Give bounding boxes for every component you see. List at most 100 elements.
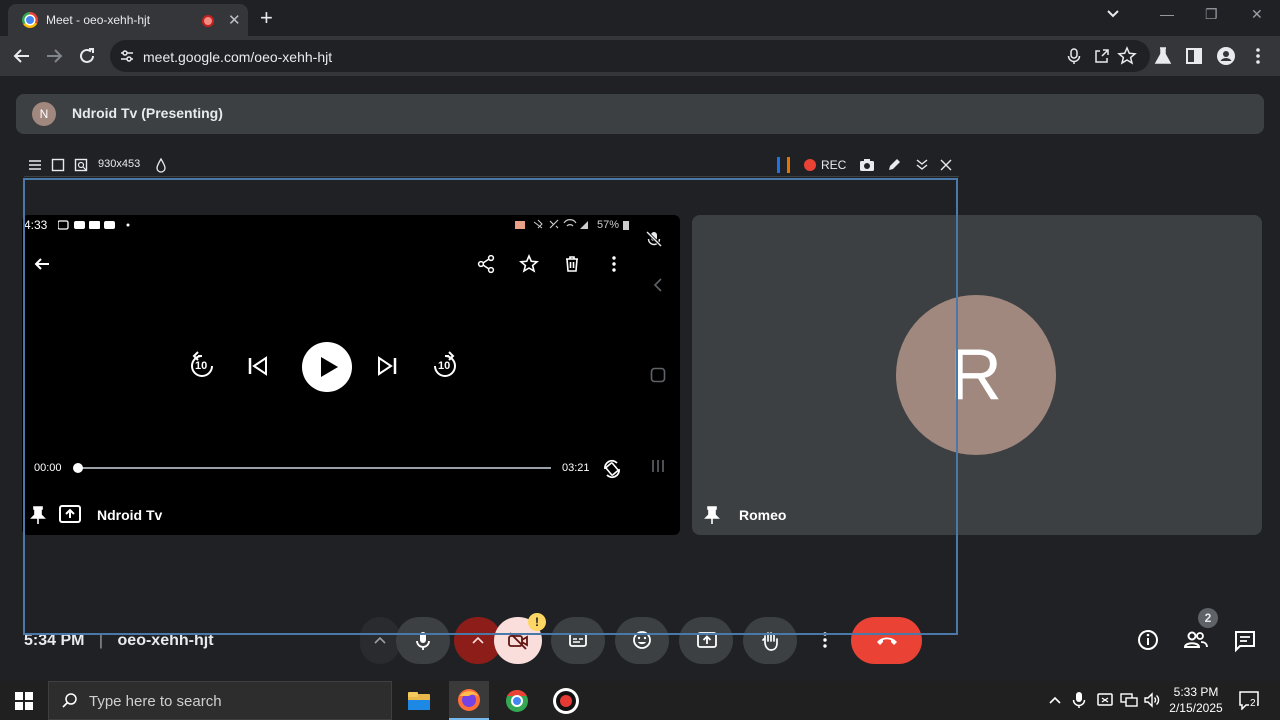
rotate-screen-icon[interactable] bbox=[600, 457, 624, 481]
pen-annotate-icon[interactable] bbox=[886, 157, 902, 173]
tray-microphone-icon[interactable] bbox=[1072, 691, 1086, 709]
info-icon bbox=[1138, 630, 1158, 650]
meeting-details-button[interactable] bbox=[1136, 628, 1160, 652]
leave-call-button[interactable] bbox=[851, 617, 922, 664]
phone-nav-home-icon[interactable] bbox=[650, 367, 666, 383]
browser-menu-icon[interactable] bbox=[1248, 46, 1268, 66]
tray-security-icon[interactable] bbox=[1096, 691, 1114, 709]
capture-dimensions: 930x453 bbox=[98, 158, 141, 170]
phone-nav-recents-icon[interactable] bbox=[650, 458, 666, 474]
participant-tile-romeo[interactable]: R Romeo bbox=[692, 215, 1262, 535]
seek-bar[interactable] bbox=[73, 463, 551, 473]
arrow-right-icon bbox=[47, 49, 63, 63]
firefox-taskbar-icon[interactable] bbox=[449, 681, 489, 720]
play-button[interactable] bbox=[302, 342, 352, 392]
phone-time: 4:33 bbox=[24, 218, 48, 232]
more-options-button[interactable] bbox=[807, 617, 843, 664]
chat-button[interactable] bbox=[1233, 629, 1257, 653]
forward-button[interactable] bbox=[42, 44, 66, 68]
people-button[interactable] bbox=[1183, 628, 1209, 652]
tray-overflow-chevron-icon[interactable] bbox=[1048, 695, 1062, 705]
search-placeholder: Type here to search bbox=[89, 693, 222, 710]
side-panel-icon[interactable] bbox=[1184, 46, 1204, 66]
next-track-icon[interactable] bbox=[376, 355, 398, 377]
labs-flask-icon[interactable] bbox=[1153, 46, 1173, 66]
back-button[interactable] bbox=[10, 44, 34, 68]
favorite-star-icon[interactable] bbox=[519, 254, 539, 274]
pin-icon[interactable] bbox=[704, 505, 720, 525]
play-icon bbox=[321, 357, 338, 377]
meeting-time: 5:34 PM bbox=[24, 632, 85, 649]
share-icon[interactable] bbox=[476, 254, 496, 274]
record-button[interactable]: REC bbox=[821, 158, 846, 172]
profile-icon[interactable] bbox=[1216, 46, 1236, 66]
meeting-details: 5:34 PM | oeo-xehh-hjt bbox=[24, 632, 214, 650]
color-drop-icon[interactable] bbox=[155, 157, 167, 173]
microphone-in-use-icon[interactable] bbox=[1065, 47, 1083, 65]
url-text: meet.google.com/oeo-xehh-hjt bbox=[143, 49, 333, 65]
audio-options-button[interactable] bbox=[360, 617, 400, 664]
windows-start-icon[interactable] bbox=[15, 692, 33, 710]
browser-toolbar: meet.google.com/oeo-xehh-hjt bbox=[0, 36, 1280, 76]
screen-recorder-taskbar-icon[interactable] bbox=[553, 688, 579, 714]
microphone-button[interactable] bbox=[396, 617, 450, 664]
player-back-arrow-icon[interactable] bbox=[32, 254, 52, 274]
meeting-code: oeo-xehh-hjt bbox=[117, 632, 214, 649]
taskbar-clock[interactable]: 5:33 PM 2/15/2025 bbox=[1164, 684, 1228, 716]
close-tab-icon[interactable]: ✕ bbox=[228, 11, 241, 29]
arrow-left-icon bbox=[13, 49, 29, 63]
close-window-button[interactable]: ✕ bbox=[1251, 6, 1263, 23]
presenting-label: Ndroid Tv (Presenting) bbox=[72, 105, 223, 121]
share-page-icon[interactable] bbox=[1093, 47, 1111, 65]
camera-warning-badge[interactable]: ! bbox=[528, 613, 546, 631]
seek-thumb[interactable] bbox=[73, 463, 83, 473]
bookmark-star-icon[interactable] bbox=[1117, 46, 1137, 66]
tab-title: Meet - oeo-xehh-hjt bbox=[46, 13, 151, 27]
forward-10-button[interactable]: 10 bbox=[429, 350, 461, 382]
tray-network-icon[interactable] bbox=[1120, 691, 1138, 709]
total-duration: 03:21 bbox=[562, 462, 590, 474]
reload-icon bbox=[80, 48, 94, 63]
rewind-10-button[interactable]: 10 bbox=[186, 350, 218, 382]
hang-up-icon bbox=[877, 637, 897, 645]
taskbar-search-box[interactable]: Type here to search bbox=[48, 681, 392, 720]
zoom-region-icon[interactable] bbox=[74, 158, 88, 172]
record-dot-icon[interactable] bbox=[804, 159, 816, 171]
notification-center-button[interactable]: 2 bbox=[1238, 690, 1260, 710]
site-settings-icon[interactable] bbox=[120, 49, 134, 63]
restore-window-button[interactable]: ❐ bbox=[1205, 6, 1218, 23]
tab-search-chevron-icon[interactable] bbox=[1106, 9, 1120, 19]
raise-hand-button[interactable] bbox=[743, 617, 797, 664]
captions-button[interactable] bbox=[551, 617, 605, 664]
capture-close-icon[interactable] bbox=[939, 158, 953, 172]
present-screen-button[interactable] bbox=[679, 617, 733, 664]
more-options-icon[interactable] bbox=[604, 254, 624, 274]
camera-snapshot-icon[interactable] bbox=[859, 157, 875, 173]
presenting-banner: N Ndroid Tv (Presenting) bbox=[16, 94, 1264, 134]
participant-tile-ndroid-tv[interactable]: 4:33 57% 10 10 00:00 03:21 Ndroid Tv bbox=[22, 215, 680, 535]
chevron-up-icon bbox=[374, 636, 386, 644]
participant-name-romeo: Romeo bbox=[739, 507, 787, 523]
phone-nav-back-icon[interactable] bbox=[651, 277, 665, 293]
browser-tab-meet[interactable]: Meet - oeo-xehh-hjt ✕ bbox=[8, 4, 248, 36]
phone-notification-icons bbox=[58, 220, 130, 230]
people-icon bbox=[1183, 631, 1208, 648]
chrome-taskbar-icon[interactable] bbox=[503, 687, 531, 715]
taskbar-date: 2/15/2025 bbox=[1169, 701, 1223, 715]
taskbar-time: 5:33 PM bbox=[1173, 685, 1219, 699]
file-explorer-taskbar-icon[interactable] bbox=[405, 687, 433, 715]
reactions-button[interactable] bbox=[615, 617, 669, 664]
new-tab-button[interactable]: + bbox=[260, 5, 273, 31]
minimize-window-button[interactable]: — bbox=[1160, 6, 1174, 22]
delete-trash-icon[interactable] bbox=[562, 254, 582, 274]
tray-volume-icon[interactable] bbox=[1143, 691, 1161, 709]
hamburger-menu-icon[interactable] bbox=[28, 158, 42, 172]
presenter-avatar: N bbox=[32, 102, 56, 126]
region-select-icon[interactable] bbox=[51, 158, 65, 172]
collapse-double-chevron-icon[interactable] bbox=[915, 158, 929, 172]
previous-track-icon[interactable] bbox=[247, 355, 269, 377]
reload-button[interactable] bbox=[75, 44, 99, 68]
search-icon bbox=[62, 693, 77, 708]
pin-icon[interactable] bbox=[30, 505, 46, 525]
address-bar[interactable]: meet.google.com/oeo-xehh-hjt bbox=[110, 40, 1150, 72]
